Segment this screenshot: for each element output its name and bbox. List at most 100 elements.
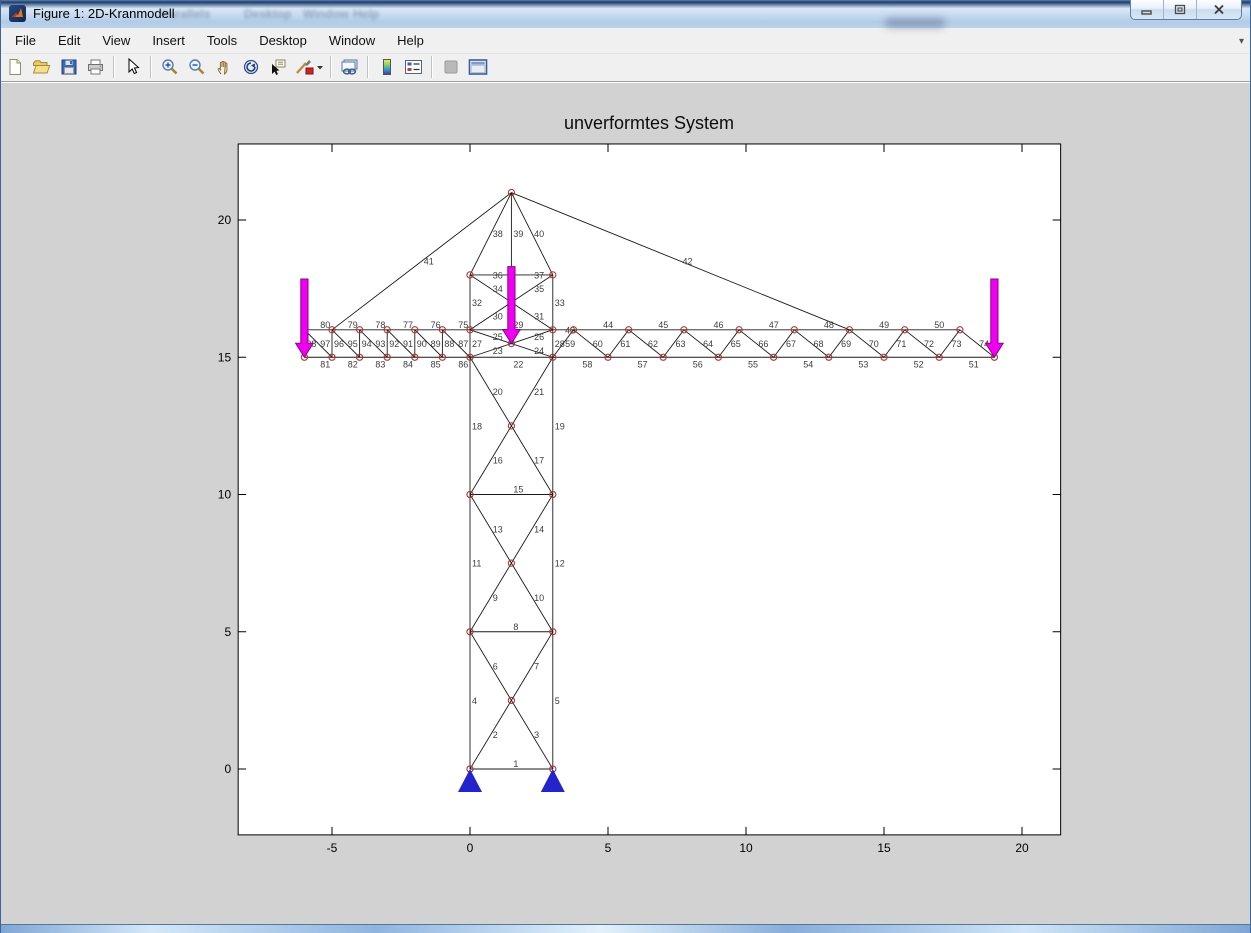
member-label: 19 [555, 421, 565, 431]
member-label: 97 [320, 339, 330, 349]
hide-plot-tools-button[interactable] [438, 55, 463, 79]
member-label: 58 [582, 359, 592, 369]
member-label: 65 [731, 339, 741, 349]
zoom-in-button[interactable] [157, 55, 182, 79]
minimize-button[interactable] [1131, 0, 1164, 19]
menubar-overflow-icon[interactable]: ▾ [1239, 36, 1244, 47]
ghost-blob [885, 18, 945, 28]
print-figure-button[interactable] [83, 55, 108, 79]
member-label: 46 [714, 320, 724, 330]
hide-plot-tools-icon [443, 59, 459, 75]
x-tick-label: 15 [877, 841, 891, 855]
member-label: 67 [786, 339, 796, 349]
member-label: 88 [444, 339, 454, 349]
member-label: 21 [534, 387, 544, 397]
edit-plot-button[interactable] [120, 55, 145, 79]
member-label: 11 [472, 559, 481, 569]
open-folder-icon [32, 58, 51, 76]
link-chain-icon [340, 58, 360, 76]
y-tick-label: 15 [218, 350, 232, 364]
member-label: 63 [676, 339, 686, 349]
member-label: 36 [493, 270, 503, 280]
minimize-icon [1141, 5, 1153, 15]
title-bar[interactable]: Parallels Desktop Window Help Figure 1: … [1, 0, 1250, 28]
printer-icon [86, 58, 105, 76]
member-label: 57 [638, 359, 648, 369]
member-label: 45 [658, 320, 668, 330]
figure-window: { "window": { "title": "Figure 1: 2D-Kra… [0, 0, 1251, 933]
member-label: 16 [493, 456, 503, 466]
member-label: 85 [431, 359, 441, 369]
member-label: 38 [493, 229, 503, 239]
member-label: 73 [952, 339, 962, 349]
member-label: 53 [858, 359, 868, 369]
taskbar-glass-strip [1, 924, 1250, 933]
toolbar-separator [113, 56, 115, 78]
menu-view[interactable]: View [92, 30, 140, 51]
zoom-in-icon [161, 58, 179, 76]
member-label: 18 [472, 421, 482, 431]
y-tick-label: 0 [224, 762, 231, 776]
arrow-cursor-icon [125, 58, 141, 76]
menu-window[interactable]: Window [319, 30, 385, 51]
menu-help[interactable]: Help [387, 30, 434, 51]
toolbar-separator [367, 56, 369, 78]
member-label: 22 [513, 359, 523, 369]
menu-edit[interactable]: Edit [48, 30, 90, 51]
new-figure-button[interactable] [2, 55, 27, 79]
member-label: 10 [534, 593, 544, 603]
save-figure-button[interactable] [56, 55, 81, 79]
member-label: 52 [914, 359, 924, 369]
restore-button[interactable] [1164, 0, 1197, 19]
insert-colorbar-button[interactable] [374, 55, 399, 79]
data-cursor-button[interactable] [265, 55, 290, 79]
axes-box [238, 144, 1060, 835]
member-label: 23 [493, 346, 503, 356]
x-tick-label: 0 [467, 841, 474, 855]
insert-legend-button[interactable] [401, 55, 426, 79]
open-file-button[interactable] [29, 55, 54, 79]
colorbar-icon [380, 58, 394, 76]
plot-area[interactable]: -505101520051015201234567891011121314151… [1, 0, 1251, 933]
brush-data-button[interactable] [292, 55, 325, 79]
member-label: 49 [879, 320, 889, 330]
show-plot-tools-button[interactable] [465, 55, 490, 79]
member-label: 9 [493, 593, 498, 603]
member-label: 2 [493, 730, 498, 740]
member-label: 35 [534, 284, 544, 294]
dock-figure-icon [468, 58, 488, 76]
y-tick-label: 5 [224, 625, 231, 639]
member-label: 26 [534, 332, 544, 342]
y-tick-label: 10 [218, 488, 232, 502]
ghost-text-help: Help [353, 7, 379, 21]
member-label: 47 [769, 320, 779, 330]
zoom-out-button[interactable] [184, 55, 209, 79]
menu-tools[interactable]: Tools [197, 30, 247, 51]
toolbar-separator [431, 56, 433, 78]
member-label: 42 [682, 257, 692, 267]
pan-button[interactable] [211, 55, 236, 79]
member-label: 4 [472, 696, 477, 706]
member-label: 61 [620, 339, 630, 349]
member-label: 31 [534, 312, 544, 322]
plot-title: unverformtes System [238, 113, 1060, 134]
menu-insert[interactable]: Insert [142, 30, 195, 51]
member-label: 40 [534, 229, 544, 239]
member-label: 39 [513, 229, 523, 239]
x-tick-label: -5 [327, 841, 338, 855]
member-label: 82 [348, 359, 358, 369]
figure-toolbar [1, 53, 1250, 82]
member-label: 33 [555, 298, 565, 308]
rotate-3d-button[interactable] [238, 55, 263, 79]
member-label: 14 [534, 524, 544, 534]
menu-file[interactable]: File [5, 30, 46, 51]
close-button[interactable] [1197, 0, 1241, 19]
member-label: 3 [534, 730, 539, 740]
member-label: 24 [534, 346, 544, 356]
member-label: 92 [389, 339, 399, 349]
member-label: 89 [431, 339, 441, 349]
menu-desktop[interactable]: Desktop [249, 30, 317, 51]
zoom-out-icon [188, 58, 206, 76]
link-plots-button[interactable] [337, 55, 362, 79]
member-label: 25 [493, 332, 503, 342]
